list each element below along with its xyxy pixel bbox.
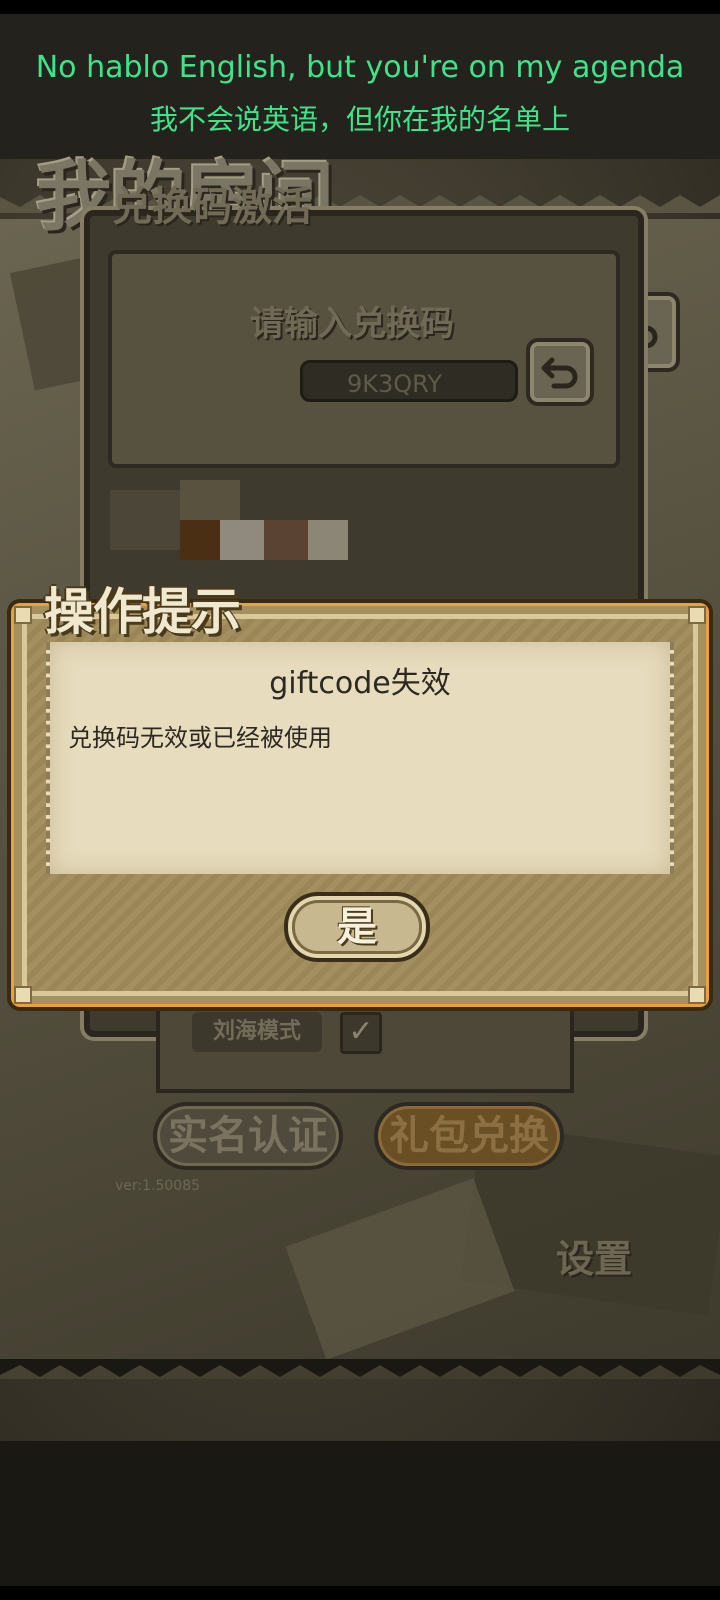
operation-tip-dialog: giftcode失效 兑换码无效或已经被使用 是 <box>14 606 706 1004</box>
notch-mode-label: 刘海模式 <box>192 1012 322 1052</box>
dialog-corner <box>14 606 32 624</box>
confirm-button[interactable]: 是 <box>284 892 430 962</box>
dialog-header: 操作提示 <box>44 583 241 641</box>
dialog-corner <box>688 986 706 1004</box>
redeem-prompt: 请输入兑换码 <box>250 304 454 344</box>
lyric-line-chinese: 我不会说英语，但你在我的名单上 <box>149 103 570 136</box>
redeem-back-button[interactable] <box>526 338 594 406</box>
dialog-message-area: giftcode失效 兑换码无效或已经被使用 <box>46 642 674 874</box>
lyric-line-english: No hablo English, but you're on my agend… <box>35 50 685 85</box>
redeem-panel-title: 兑换码激活 <box>112 184 312 230</box>
realname-verify-button[interactable]: 实名认证 <box>153 1102 343 1170</box>
status-bar <box>0 0 720 14</box>
version-label: ver:1.50085 <box>115 1178 201 1194</box>
redeem-code-input[interactable]: 9K3QRY <box>300 360 518 402</box>
gift-redeem-button[interactable]: 礼包兑换 <box>374 1102 564 1170</box>
dialog-corner <box>688 606 706 624</box>
dialog-corner <box>14 986 32 1004</box>
dialog-message-body: 兑换码无效或已经被使用 <box>68 724 332 752</box>
pixelated-redaction <box>110 480 370 560</box>
checkmark-icon: ✓ <box>348 1014 374 1049</box>
navigation-bar <box>0 1586 720 1600</box>
settings-label[interactable]: 设置 <box>556 1228 632 1283</box>
notch-mode-checkbox[interactable]: ✓ <box>340 1012 382 1054</box>
lower-dark-area <box>0 1441 720 1586</box>
back-arrow-icon <box>541 357 578 389</box>
torn-edge-bottom <box>0 1359 720 1377</box>
dialog-message-title: giftcode失效 <box>269 666 451 701</box>
